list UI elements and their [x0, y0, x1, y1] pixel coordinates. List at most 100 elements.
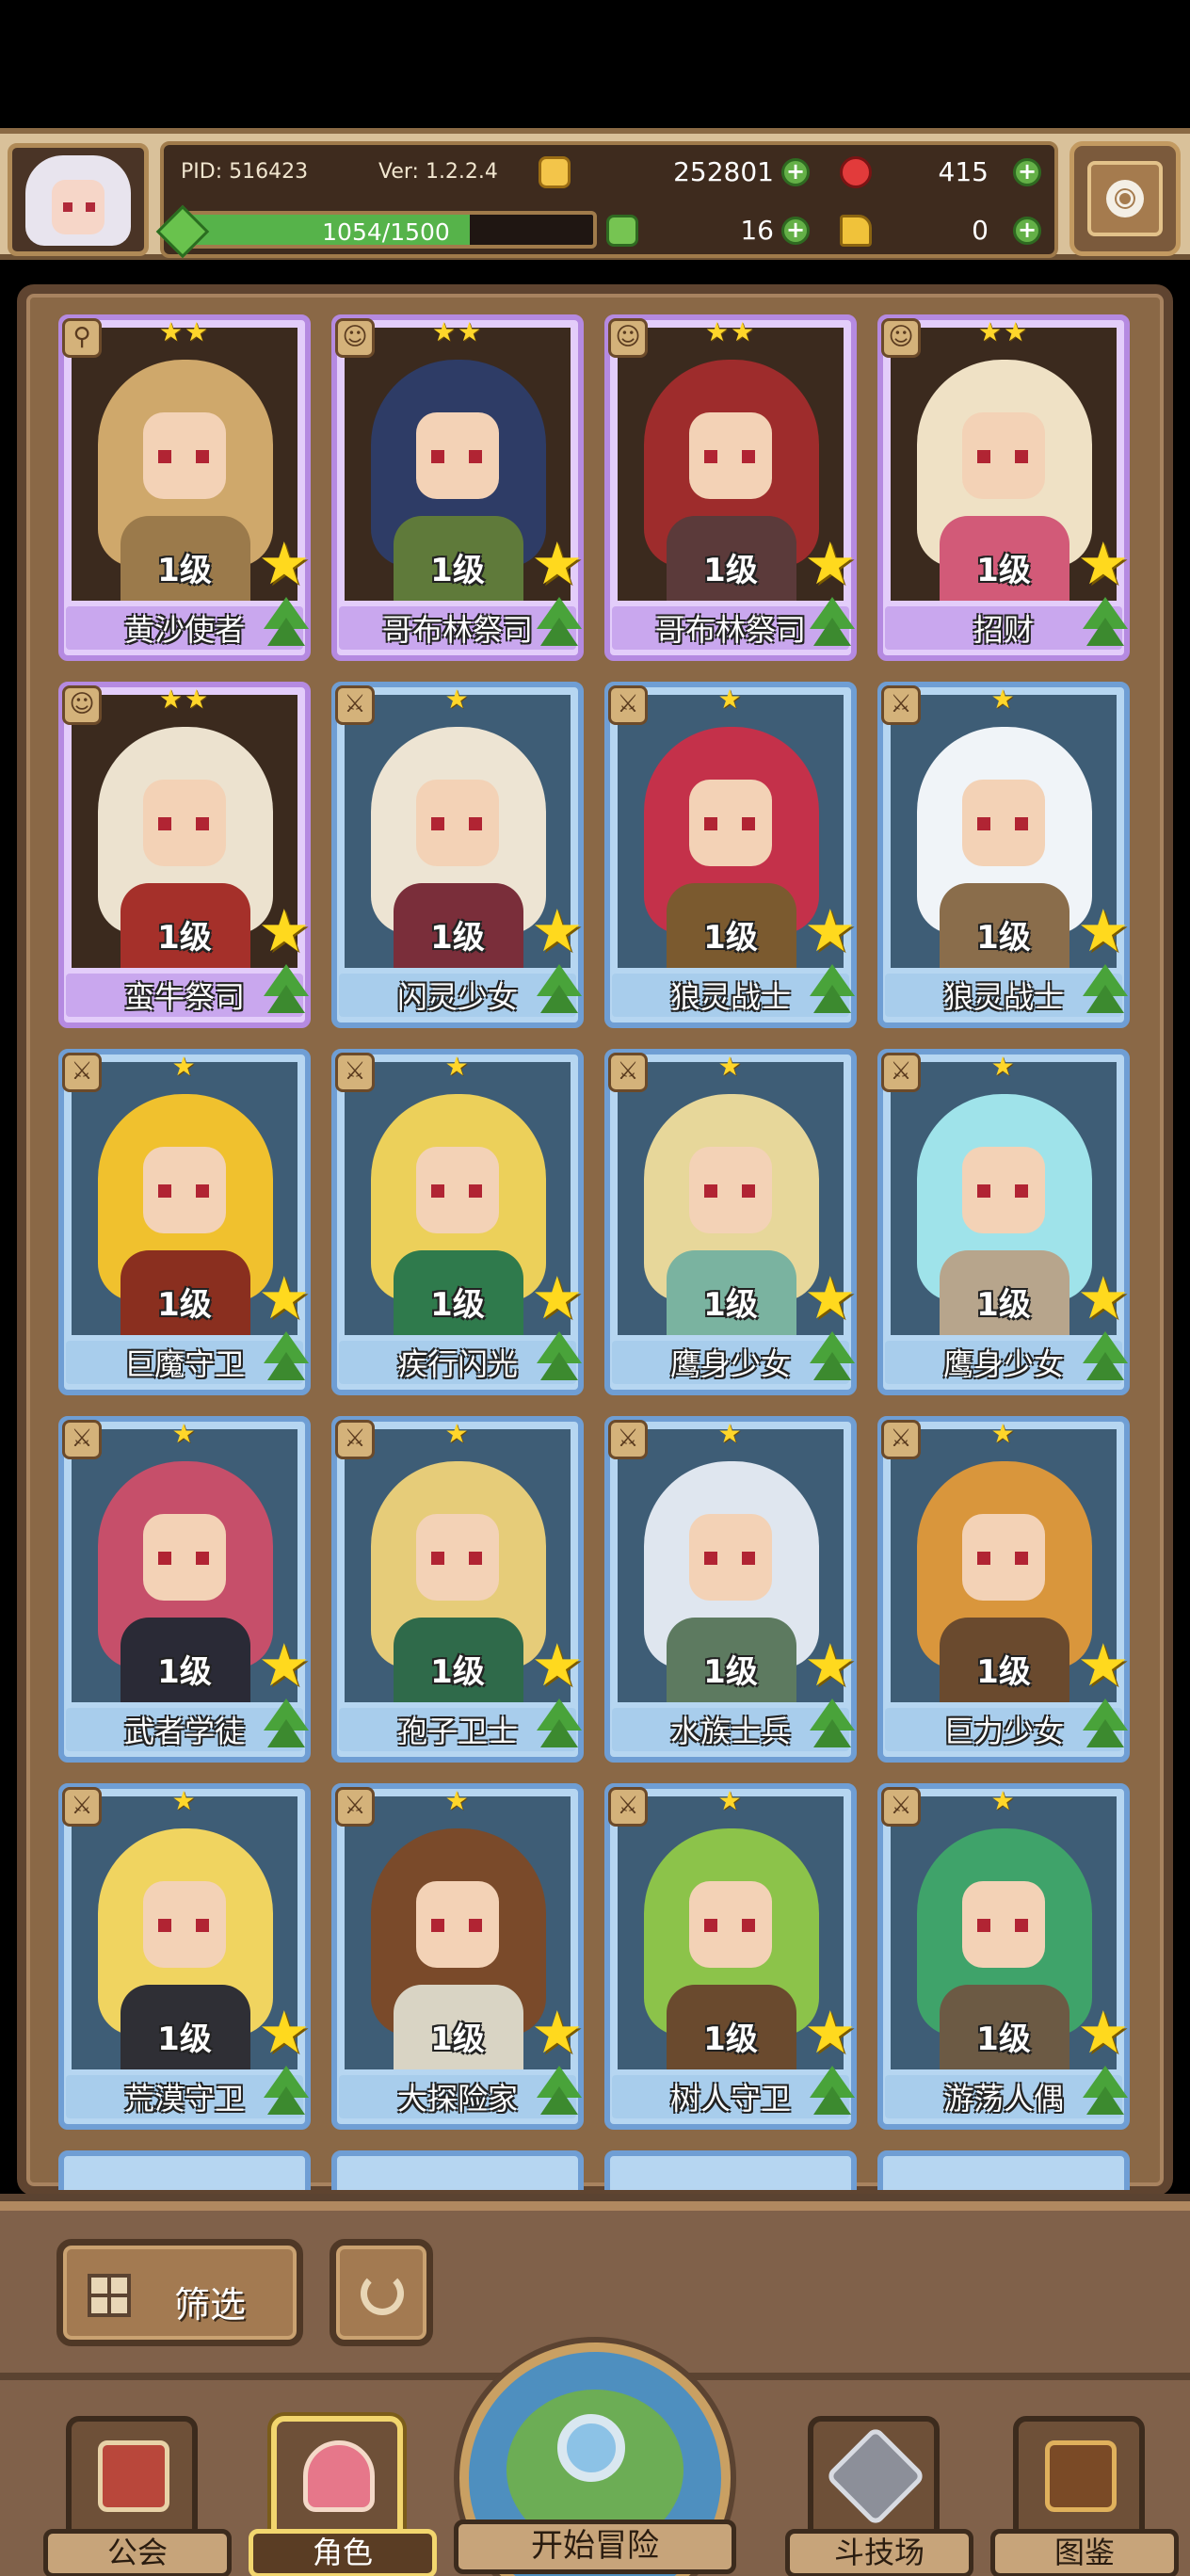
portrait-eye — [196, 817, 209, 830]
portrait-face — [962, 780, 1045, 866]
rarity-stars: ★★ — [704, 316, 757, 347]
portrait-eye — [742, 1184, 755, 1198]
rarity-stars: ★★ — [431, 316, 484, 347]
star-upgrade-icon: ★ — [531, 1264, 584, 1332]
filter-button[interactable]: 筛选 — [56, 2239, 303, 2346]
character-card[interactable]: ⚔ ★ 1级 ★ 树人守卫 — [604, 1783, 857, 2130]
card-frame — [877, 2150, 1130, 2190]
character-card[interactable]: ⚔ ★ 1级 ★ 狼灵战士 — [877, 682, 1130, 1028]
character-card[interactable]: ⚔ ★ 1级 ★ 鹰身少女 — [604, 1049, 857, 1395]
character-card[interactable]: ⚔ ★ 1级 ★ 游荡人偶 — [877, 1783, 1130, 2130]
player-avatar[interactable] — [8, 143, 149, 256]
bottom-navigation: 公会 角色 开始冒险 斗技场 图鉴 — [0, 2343, 1190, 2576]
rarity-stars: ★ — [717, 1418, 744, 1449]
nav-tab-arena[interactable]: 斗技场 — [785, 2416, 973, 2576]
star-upgrade-icon: ★ — [531, 1631, 584, 1699]
portrait-eye — [742, 450, 755, 463]
portrait-eye — [704, 817, 717, 830]
portrait-face — [689, 1514, 772, 1601]
portrait-eye — [158, 1552, 171, 1565]
character-card[interactable]: ⚔ ★ 1级 ★ 武者学徒 — [58, 1416, 311, 1763]
character-card[interactable]: ⚲ ★★ 1级 ★ 黄沙使者 — [58, 314, 311, 661]
gold-amount: 252801 — [673, 156, 774, 187]
character-card[interactable]: ⚔ ★ 1级 ★ 巨力少女 — [877, 1416, 1130, 1763]
portrait-face — [689, 1147, 772, 1233]
level-up-arrow-icon — [267, 1719, 305, 1747]
add-clover-button[interactable]: + — [781, 217, 810, 245]
portrait-eye — [742, 1552, 755, 1565]
rarity-stars: ★ — [171, 1418, 198, 1449]
character-card[interactable]: ⚔ ★ 1级 ★ 大探险家 — [331, 1783, 584, 2130]
portrait-eye — [196, 1184, 209, 1198]
card-frame — [604, 2150, 857, 2190]
star-upgrade-icon: ★ — [1077, 896, 1130, 965]
character-card[interactable]: ☺ ★★ 1级 ★ 蛮牛祭司 — [58, 682, 311, 1028]
add-gold-button[interactable]: + — [781, 158, 810, 186]
portrait-eye — [431, 1184, 444, 1198]
rarity-stars: ★ — [444, 1051, 471, 1082]
card-frame — [58, 2150, 311, 2190]
star-upgrade-icon: ★ — [258, 1998, 311, 2067]
level-up-arrow-icon — [1086, 985, 1124, 1013]
star-upgrade-icon: ★ — [258, 1264, 311, 1332]
grid-filter-icon — [88, 2274, 131, 2317]
add-key-button[interactable]: + — [1013, 217, 1041, 245]
character-card-partial[interactable] — [604, 2150, 857, 2190]
level-up-arrow-icon — [1086, 2086, 1124, 2115]
reset-filter-button[interactable] — [330, 2239, 433, 2346]
character-card[interactable]: ⚔ ★ 1级 ★ 荒漠守卫 — [58, 1783, 311, 2130]
portrait-face — [416, 1514, 499, 1601]
character-card-partial[interactable] — [58, 2150, 311, 2190]
nav-label-adventure: 开始冒险 — [454, 2520, 736, 2574]
portrait-eye — [977, 1552, 990, 1565]
portrait-eye — [977, 450, 990, 463]
portrait-eye — [469, 1184, 482, 1198]
character-card[interactable]: ⚔ ★ 1级 ★ 狼灵战士 — [604, 682, 857, 1028]
portrait-face — [143, 1147, 226, 1233]
level-up-arrow-icon — [1086, 1352, 1124, 1380]
character-card[interactable]: ⚔ ★ 1级 ★ 孢子卫士 — [331, 1416, 584, 1763]
portrait-face — [416, 412, 499, 499]
nav-tab-codex[interactable]: 图鉴 — [990, 2416, 1179, 2576]
level-up-arrow-icon — [540, 985, 578, 1013]
portrait-face — [143, 412, 226, 499]
character-card[interactable]: ⚔ ★ 1级 ★ 巨魔守卫 — [58, 1049, 311, 1395]
character-card-grid[interactable]: ⚲ ★★ 1级 ★ 黄沙使者 ☺ ★★ 1级 ★ 哥布林祭司 ☺ ★★ 1级 ★ 哥布林祭司 ☺ ★★ 1级 ★ 招财… — [41, 314, 1149, 2190]
avatar-eye — [86, 202, 95, 212]
character-face-icon — [303, 2440, 375, 2512]
portrait-eye — [704, 450, 717, 463]
nav-tab-guild[interactable]: 公会 — [43, 2416, 232, 2576]
character-card-partial[interactable] — [877, 2150, 1130, 2190]
level-up-arrow-icon — [540, 1719, 578, 1747]
settings-button[interactable] — [1069, 141, 1181, 256]
character-card[interactable]: ☺ ★★ 1级 ★ 哥布林祭司 — [331, 314, 584, 661]
add-gem-button[interactable]: + — [1013, 158, 1041, 186]
character-card[interactable]: ⚔ ★ 1级 ★ 疾行闪光 — [331, 1049, 584, 1395]
magnifier-icon — [557, 2414, 625, 2482]
portrait-face — [416, 1881, 499, 1968]
portrait-face — [143, 780, 226, 866]
refresh-icon — [361, 2272, 404, 2315]
character-card[interactable]: ☺ ★★ 1级 ★ 招财 — [877, 314, 1130, 661]
level-up-arrow-icon — [1086, 618, 1124, 646]
start-adventure-button[interactable]: 开始冒险 — [454, 2343, 736, 2576]
portrait-eye — [158, 450, 171, 463]
portrait-face — [143, 1881, 226, 1968]
level-up-arrow-icon — [1086, 1719, 1124, 1747]
star-upgrade-icon: ★ — [804, 1631, 857, 1699]
portrait-eye — [158, 817, 171, 830]
character-card[interactable]: ⚔ ★ 1级 ★ 闪灵少女 — [331, 682, 584, 1028]
rarity-stars: ★ — [444, 1785, 471, 1816]
star-upgrade-icon: ★ — [804, 1264, 857, 1332]
character-card[interactable]: ⚔ ★ 1级 ★ 水族士兵 — [604, 1416, 857, 1763]
character-card[interactable]: ☺ ★★ 1级 ★ 哥布林祭司 — [604, 314, 857, 661]
character-card[interactable]: ⚔ ★ 1级 ★ 鹰身少女 — [877, 1049, 1130, 1395]
nav-label-character: 角色 — [249, 2529, 437, 2576]
portrait-eye — [977, 1919, 990, 1932]
card-frame — [331, 2150, 584, 2190]
portrait-eye — [431, 1919, 444, 1932]
nav-tab-character[interactable]: 角色 — [249, 2416, 437, 2576]
star-upgrade-icon: ★ — [531, 896, 584, 965]
character-card-partial[interactable] — [331, 2150, 584, 2190]
portrait-eye — [742, 817, 755, 830]
